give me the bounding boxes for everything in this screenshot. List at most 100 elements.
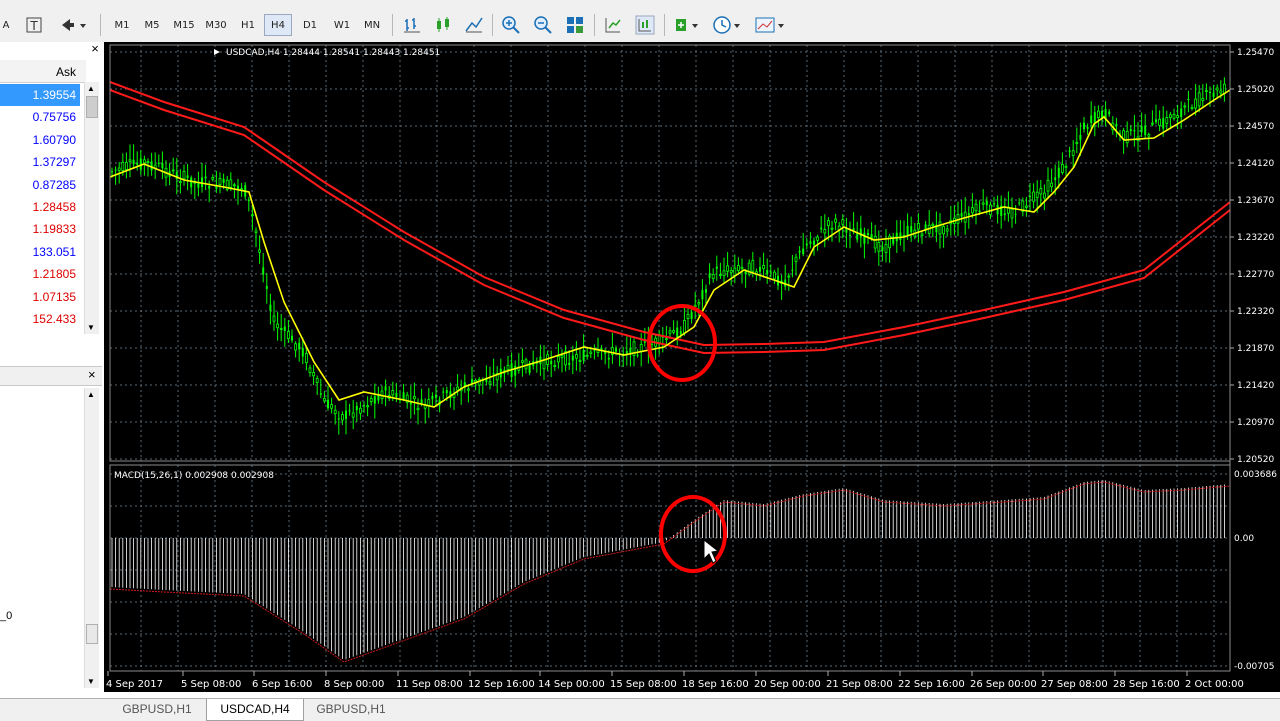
price-chart[interactable]: USDCAD,H4 1.28444 1.28541 1.28443 1.2845…	[104, 42, 1280, 692]
candle-body	[820, 227, 823, 230]
candle-body	[435, 394, 437, 398]
candle-body	[272, 315, 276, 322]
candle-body	[355, 405, 358, 411]
candle-body	[615, 348, 617, 352]
market-watch-row[interactable]: 0.87285	[0, 174, 80, 196]
timeframe-d1[interactable]: D1	[296, 14, 324, 36]
candle-body	[920, 233, 924, 236]
timeframe-m30[interactable]: M30	[202, 14, 230, 36]
candle-body	[1172, 114, 1176, 119]
candle-body	[312, 372, 316, 377]
candle-body	[571, 355, 574, 361]
price-axis: 1.25470 1.25020 1.24570 1.24120 1.23670 1.232…	[1230, 48, 1274, 465]
market-watch-close-icon[interactable]: ×	[88, 42, 102, 56]
zoom-out-icon[interactable]	[533, 15, 553, 35]
candle-body	[1108, 111, 1111, 115]
candle-body	[171, 169, 175, 172]
candlesticks	[111, 77, 1226, 435]
navigator-scrollbar[interactable]: ▲ ▼	[84, 388, 99, 688]
market-watch-row[interactable]: 1.60790	[0, 129, 80, 151]
ask-column-header[interactable]: Ask	[56, 65, 76, 79]
candle-body	[690, 312, 693, 319]
tab-usdcad-h4[interactable]: USDCAD,H4	[206, 699, 304, 721]
candle-body	[161, 163, 164, 169]
market-watch-row[interactable]: 133.051	[0, 241, 80, 263]
scroll-down-icon[interactable]: ▼	[87, 323, 95, 332]
text-tool-a[interactable]: A	[0, 14, 12, 36]
market-watch-row[interactable]: 1.19833	[0, 218, 80, 240]
nav-scroll-down-icon[interactable]: ▼	[87, 677, 95, 686]
bar-chart-icon[interactable]	[402, 15, 422, 35]
candle-body	[319, 393, 322, 395]
timeframe-mn[interactable]: MN	[358, 14, 386, 36]
candle-body	[762, 265, 765, 270]
scroll-thumb[interactable]	[86, 96, 98, 118]
navigator-close-icon[interactable]: ×	[88, 368, 96, 382]
candle-body	[442, 391, 445, 393]
candle-body	[773, 271, 776, 280]
timeframe-h4[interactable]: H4	[264, 14, 292, 36]
chart-window[interactable]: USDCAD,H4 1.28444 1.28541 1.28443 1.2845…	[104, 42, 1280, 692]
tile-windows-icon[interactable]	[565, 15, 585, 35]
scroll-up-icon[interactable]: ▲	[87, 84, 95, 93]
candle-body	[1097, 110, 1100, 118]
timeframe-m15[interactable]: M15	[170, 14, 198, 36]
candle-body	[363, 405, 365, 407]
timeframe-w1[interactable]: W1	[328, 14, 356, 36]
candle-body	[358, 407, 362, 414]
market-watch-row[interactable]: 1.21805	[0, 263, 80, 285]
candle-body	[132, 159, 135, 165]
candle-body	[701, 290, 704, 300]
candle-body	[672, 330, 675, 333]
market-watch-row[interactable]: 1.07135	[0, 286, 80, 308]
arrows-dropdown-icon[interactable]	[58, 15, 88, 35]
periods-clock-icon[interactable]	[712, 15, 744, 35]
candlestick-icon[interactable]	[433, 15, 453, 35]
time-tick-label: 21 Sep 08:00	[826, 679, 893, 690]
templates-dropdown-icon[interactable]	[754, 15, 788, 35]
time-tick-label: 28 Sep 16:00	[1113, 679, 1180, 690]
timeframe-h1[interactable]: H1	[234, 14, 262, 36]
zoom-in-icon[interactable]	[501, 15, 521, 35]
candle-body	[751, 260, 755, 272]
candle-body	[1086, 127, 1089, 129]
candle-body	[492, 373, 495, 375]
indicators-dropdown-icon[interactable]	[673, 15, 703, 35]
timeframe-m5[interactable]: M5	[138, 14, 166, 36]
nav-scroll-up-icon[interactable]: ▲	[87, 390, 95, 399]
candle-body	[639, 343, 643, 352]
market-watch-scrollbar[interactable]: ▲ ▼	[84, 82, 99, 334]
candle-body	[978, 210, 981, 213]
market-watch-row[interactable]: 0.75756	[0, 106, 80, 128]
tab-gbpusd-h1[interactable]: GBPUSD,H1	[110, 699, 204, 720]
candle-body	[676, 327, 679, 338]
candle-body	[722, 270, 726, 277]
candle-body	[416, 407, 420, 411]
candle-body	[759, 267, 761, 272]
candle-body	[1205, 90, 1208, 93]
chart-shift-icon[interactable]	[603, 15, 623, 35]
candle-body	[899, 232, 902, 241]
timeframe-m1[interactable]: M1	[108, 14, 136, 36]
candle-body	[1035, 191, 1039, 199]
time-tick-label: 4 Sep 2017	[106, 679, 163, 690]
autoscroll-icon[interactable]	[635, 15, 655, 35]
price-tick-label: 1.24570	[1237, 122, 1274, 132]
candle-body	[737, 265, 740, 272]
line-chart-icon[interactable]	[464, 15, 484, 35]
text-label-icon[interactable]: T	[24, 15, 44, 35]
market-watch-row[interactable]: 1.28458	[0, 196, 80, 218]
time-tick-label: 8 Sep 00:00	[324, 679, 384, 690]
candle-body	[582, 350, 585, 361]
candle-body	[711, 274, 715, 279]
candle-body	[1162, 118, 1165, 129]
chart-info-arrow-icon	[214, 49, 220, 55]
nav-scroll-thumb[interactable]	[86, 624, 98, 644]
candle-body	[578, 359, 582, 362]
market-watch-row[interactable]: 1.39554	[0, 84, 80, 106]
market-watch-row[interactable]: 1.37297	[0, 151, 80, 173]
market-watch-row[interactable]: 152.433	[0, 308, 80, 330]
candle-body	[520, 360, 524, 363]
tab-gbpusd-h1-second[interactable]: GBPUSD,H1	[304, 699, 398, 720]
candle-body	[1197, 92, 1201, 107]
